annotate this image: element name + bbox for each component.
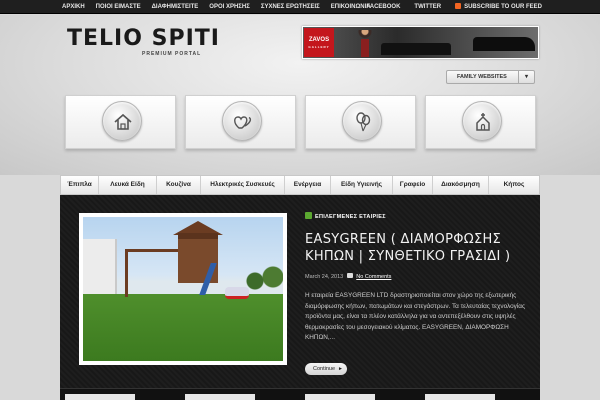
nav-item-appliances[interactable]: Ηλεκτρικές Συσκευές	[201, 176, 285, 194]
site-tagline: PREMIUM PORTAL	[142, 51, 202, 57]
ad-model-image	[358, 30, 372, 58]
slider-thumb[interactable]	[305, 394, 375, 400]
ad-banner[interactable]: ZAVOS GALLERY	[302, 26, 539, 59]
family-websites-dropdown[interactable]: FAMILY WEBSITES ▾	[446, 70, 535, 84]
post-slider-strip	[60, 388, 540, 400]
main-navigation: Έπιπλα Λευκά Είδη Κουζίνα Ηλεκτρικές Συσ…	[60, 175, 540, 195]
facebook-link[interactable]: FACEBOOK	[366, 0, 400, 14]
top-link-terms[interactable]: ΟΡΟΙ ΧΡΗΣΗΣ	[209, 0, 250, 14]
post-thumbnail[interactable]	[79, 213, 287, 365]
top-link-about[interactable]: ΠΟΙΟΙ ΕΙΜΑΣΤΕ	[96, 0, 141, 14]
site-logo[interactable]: TELIO SPITI	[67, 28, 220, 50]
rss-icon	[455, 3, 462, 9]
nav-item-decoration[interactable]: Διακόσμηση	[433, 176, 489, 194]
top-link-home[interactable]: ΑΡΧΙΚΗ	[62, 0, 85, 14]
rss-link[interactable]: SUBSCRIBE TO OUR FEED	[455, 0, 542, 14]
photo-trees	[243, 257, 283, 297]
category-icon	[305, 212, 312, 219]
top-nav: ΑΡΧΙΚΗ ΠΟΙΟΙ ΕΙΜΑΣΤΕ ΔΙΑΦΗΜΙΣΤΕΙΤΕ ΟΡΟΙ …	[62, 0, 382, 14]
photo-grass	[83, 294, 283, 361]
ad-brand-sub: GALLERY	[308, 45, 330, 49]
post-excerpt: Η εταιρεία EASYGREEN LTD δραστηριοποιείτ…	[305, 292, 526, 341]
playground-photo	[83, 217, 283, 361]
hearts-icon	[222, 101, 262, 141]
nav-item-energy[interactable]: Ενέργεια	[285, 176, 331, 194]
ad-sofa-image-2	[473, 37, 535, 51]
nav-item-furniture[interactable]: Έπιπλα	[61, 176, 99, 194]
twitter-link[interactable]: TWITTER	[414, 0, 441, 14]
nav-item-garden[interactable]: Κήπος	[489, 176, 539, 194]
post-title[interactable]: EASYGREEN ( ΔΙΑΜΟΡΦΩΣΗΣ ΚΗΠΩΝ | ΣΥΝΘΕΤΙΚ…	[305, 231, 530, 265]
nav-item-office[interactable]: Γραφείο	[393, 176, 433, 194]
family-websites-label: FAMILY WEBSITES	[457, 74, 507, 80]
balloons-icon	[342, 101, 382, 141]
featured-post: ΕΠΙΛΕΓΜΕΝΕΣ ΕΤΑΙΡΙΕΣ EASYGREEN ( ΔΙΑΜΟΡΦ…	[60, 195, 540, 400]
post-meta: March 24, 2013 No Comments	[305, 273, 391, 280]
nav-item-linens[interactable]: Λευκά Είδη	[99, 176, 157, 194]
top-link-faq[interactable]: ΣΥΧΝΕΣ ΕΡΩΤΗΣΕΙΣ	[261, 0, 320, 14]
top-link-advertise[interactable]: ΔΙΑΦΗΜΙΣΤΕΙΤΕ	[152, 0, 199, 14]
post-category[interactable]: ΕΠΙΛΕΓΜΕΝΕΣ ΕΤΑΙΡΙΕΣ	[305, 212, 386, 220]
feature-box-church[interactable]	[425, 95, 536, 149]
ad-brand-name: ZAVOS	[308, 37, 330, 43]
church-icon	[462, 101, 502, 141]
comment-icon	[346, 273, 353, 278]
nav-item-sanitary[interactable]: Είδη Υγιεινής	[331, 176, 393, 194]
post-category-label: ΕΠΙΛΕΓΜΕΝΕΣ ΕΤΑΙΡΙΕΣ	[315, 214, 386, 220]
slider-thumb[interactable]	[425, 394, 495, 400]
slider-thumb[interactable]	[185, 394, 255, 400]
ad-brand-logo: ZAVOS GALLERY	[304, 28, 334, 57]
feature-box-party[interactable]	[305, 95, 416, 149]
post-date: March 24, 2013	[305, 274, 344, 280]
slider-thumb[interactable]	[65, 394, 135, 400]
social-nav: FACEBOOK TWITTER SUBSCRIBE TO OUR FEED	[352, 0, 542, 14]
photo-swing-post	[125, 249, 128, 297]
continue-button[interactable]: Continue ►	[305, 363, 347, 375]
feature-box-home[interactable]	[65, 95, 176, 149]
photo-swing-beam	[125, 249, 180, 252]
arrow-right-icon: ►	[338, 366, 343, 372]
house-icon	[102, 101, 142, 141]
top-bar: ΑΡΧΙΚΗ ΠΟΙΟΙ ΕΙΜΑΣΤΕ ΔΙΑΦΗΜΙΣΤΕΙΤΕ ΟΡΟΙ …	[0, 0, 600, 14]
chevron-down-icon: ▾	[518, 71, 534, 83]
rss-link-label: SUBSCRIBE TO OUR FEED	[464, 4, 542, 10]
nav-item-kitchen[interactable]: Κουζίνα	[157, 176, 201, 194]
ad-sofa-image	[381, 43, 451, 55]
photo-toy-car	[225, 287, 249, 299]
feature-box-wedding[interactable]	[185, 95, 296, 149]
continue-button-label: Continue	[313, 366, 336, 372]
post-comments-link[interactable]: No Comments	[356, 274, 391, 280]
